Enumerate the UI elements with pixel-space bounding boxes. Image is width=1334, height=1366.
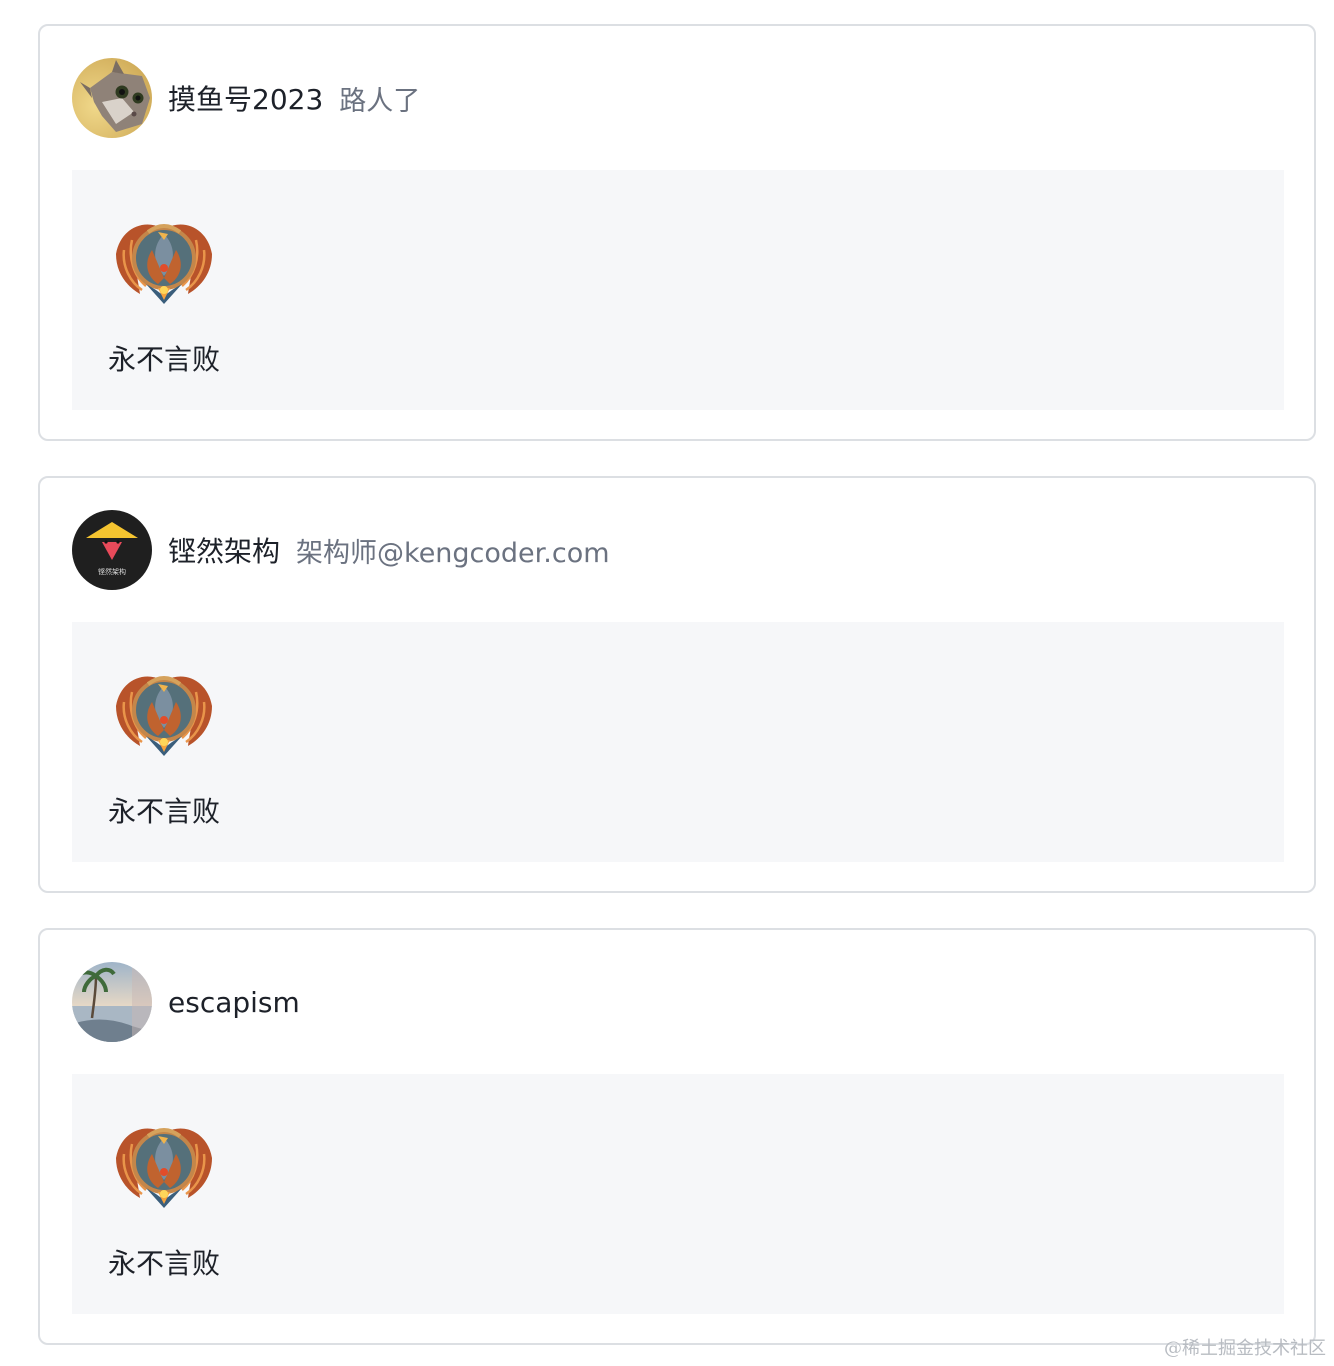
svg-text:铿然架构: 铿然架构 [98,567,126,576]
kengcoder-logo-avatar-icon[interactable]: 铿然架构 [72,510,152,590]
beach-palm-avatar-icon[interactable] [72,962,152,1042]
badge-name: 永不言败 [108,795,221,828]
cat-avatar-icon[interactable] [72,58,152,138]
badge-panel: 永不言败 [72,622,1284,862]
card-header: 摸鱼号2023 路人了 [72,58,420,138]
badge-name: 永不言败 [108,1247,221,1280]
page: 摸鱼号2023 路人了 永不言败 铿然架构 铿然架构 架构师@kengcoder… [0,0,1334,1366]
card-header: escapism [72,962,316,1042]
phoenix-badge-icon [112,1114,216,1218]
badge-panel: 永不言败 [72,1074,1284,1314]
user-card: 摸鱼号2023 路人了 永不言败 [38,24,1316,441]
username[interactable]: escapism [168,986,300,1019]
user-title: 路人了 [339,85,421,117]
user-card: 铿然架构 铿然架构 架构师@kengcoder.com 永不言败 [38,476,1316,893]
card-header: 铿然架构 铿然架构 架构师@kengcoder.com [72,510,610,590]
badge-panel: 永不言败 [72,170,1284,410]
user-title: 架构师@kengcoder.com [296,537,610,569]
user-card: escapism 永不言败 [38,928,1316,1345]
phoenix-badge-icon [112,662,216,766]
username[interactable]: 摸鱼号2023 [168,78,323,118]
watermark: @稀土掘金技术社区 [1164,1338,1326,1359]
phoenix-badge-icon [112,210,216,314]
badge-name: 永不言败 [108,343,221,376]
username[interactable]: 铿然架构 [168,530,280,570]
